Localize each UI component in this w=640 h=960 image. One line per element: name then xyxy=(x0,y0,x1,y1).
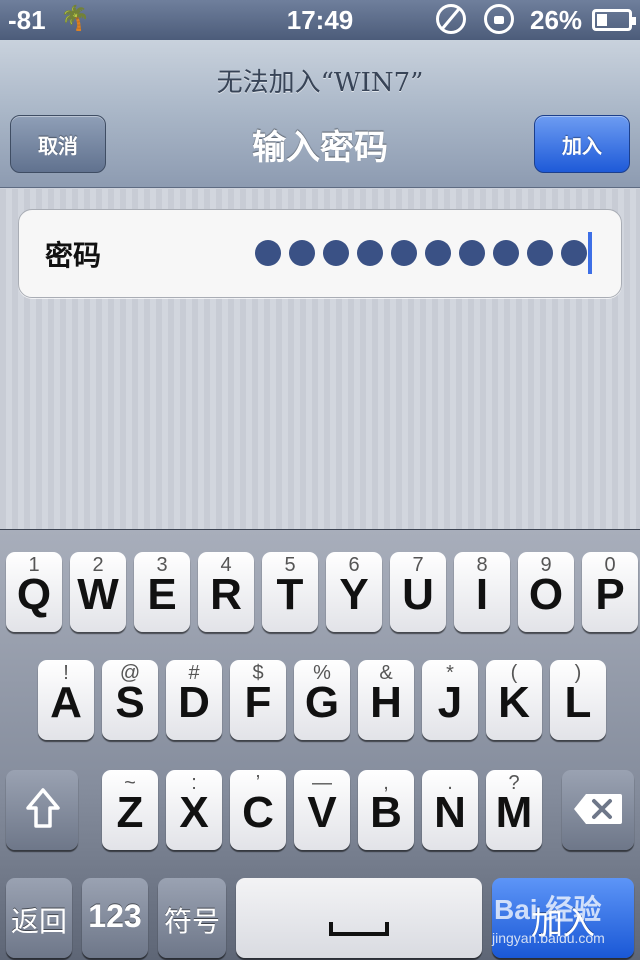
key-letter-label: N xyxy=(434,788,466,837)
key-q[interactable]: 1Q xyxy=(6,552,62,632)
password-field[interactable]: 密码 xyxy=(18,209,622,298)
key-e[interactable]: 3E xyxy=(134,552,190,632)
key-letter-label: Q xyxy=(16,570,52,619)
watermark-url: jingyan.baidu.com xyxy=(492,930,605,946)
symbol-key[interactable]: 符号 xyxy=(158,878,226,958)
password-dot xyxy=(391,240,417,266)
password-dot xyxy=(289,240,315,266)
space-key[interactable] xyxy=(236,878,482,958)
key-l[interactable]: ) L xyxy=(550,660,606,740)
backspace-icon xyxy=(574,794,622,824)
shift-arrow-icon xyxy=(26,788,60,828)
number-key-label: 123 xyxy=(88,898,142,934)
key-letter-label: R xyxy=(210,570,242,619)
rotation-lock-icon xyxy=(484,4,514,34)
password-dot xyxy=(323,240,349,266)
key-a[interactable]: ! A xyxy=(38,660,94,740)
key-letter-label: Z xyxy=(116,788,144,837)
key-x[interactable]: :X xyxy=(166,770,222,850)
key-letter-label: I xyxy=(475,570,489,619)
watermark-logo: Bai 经验 xyxy=(494,894,602,925)
key-letter-label: M xyxy=(495,788,533,837)
password-dot xyxy=(357,240,383,266)
backspace-key[interactable] xyxy=(562,770,634,850)
key-h[interactable]: & H xyxy=(358,660,414,740)
password-label: 密码 xyxy=(45,239,102,272)
key-u[interactable]: 7U xyxy=(390,552,446,632)
back-key[interactable]: 返回 xyxy=(6,878,72,958)
password-dots xyxy=(255,240,587,266)
status-bar: -81 🌴 17:49 26% xyxy=(0,0,640,40)
key-letter-label: T xyxy=(276,570,304,619)
key-letter-label: D xyxy=(178,678,210,727)
number-key[interactable]: 123 xyxy=(82,878,148,958)
shift-key[interactable] xyxy=(6,770,78,850)
key-m[interactable]: ? M xyxy=(486,770,542,850)
key-g[interactable]: % G xyxy=(294,660,350,740)
key-s[interactable]: @ S xyxy=(102,660,158,740)
password-dot xyxy=(493,240,519,266)
key-letter-label: O xyxy=(528,570,564,619)
key-j[interactable]: * J xyxy=(422,660,478,740)
key-i[interactable]: 8I xyxy=(454,552,510,632)
key-letter-label: K xyxy=(498,678,530,727)
key-k[interactable]: (K xyxy=(486,660,542,740)
key-v[interactable]: — V xyxy=(294,770,350,850)
key-w[interactable]: 2W xyxy=(70,552,126,632)
key-letter-label: W xyxy=(77,570,119,619)
key-z[interactable]: ~ Z xyxy=(102,770,158,850)
key-letter-label: U xyxy=(402,570,434,619)
key-letter-label: C xyxy=(242,788,274,837)
password-dot xyxy=(459,240,485,266)
back-key-label: 返回 xyxy=(10,905,67,938)
key-o[interactable]: 9O xyxy=(518,552,574,632)
key-t[interactable]: 5T xyxy=(262,552,318,632)
content-area: 密码 xyxy=(0,189,640,529)
key-letter-label: B xyxy=(370,788,402,837)
key-r[interactable]: 4R xyxy=(198,552,254,632)
key-letter-label: P xyxy=(595,570,625,619)
password-dot xyxy=(425,240,451,266)
key-letter-label: E xyxy=(147,570,177,619)
key-b[interactable]: ,B xyxy=(358,770,414,850)
battery-percent: 26% xyxy=(530,5,583,35)
key-f[interactable]: $ F xyxy=(230,660,286,740)
key-p[interactable]: 0P xyxy=(582,552,638,632)
key-letter-label: L xyxy=(564,678,592,727)
nav-prompt: 无法加入“WIN7” xyxy=(216,68,424,98)
key-letter-label: F xyxy=(244,678,272,727)
password-dot xyxy=(527,240,553,266)
join-button[interactable]: 加入 xyxy=(534,115,630,173)
symbol-key-label: 符号 xyxy=(163,905,220,938)
password-dot xyxy=(255,240,281,266)
key-letter-label: S xyxy=(115,678,145,727)
timer-icon xyxy=(436,4,466,34)
key-letter-label: G xyxy=(304,678,340,727)
key-y[interactable]: 6Y xyxy=(326,552,382,632)
text-cursor xyxy=(588,232,592,274)
nav-bar: 无法加入“WIN7” 取消 输入密码 加入 xyxy=(0,40,640,188)
key-n[interactable]: .N xyxy=(422,770,478,850)
key-letter-label: A xyxy=(50,678,82,727)
space-icon xyxy=(329,922,389,936)
key-letter-label: J xyxy=(437,678,463,727)
battery-icon xyxy=(592,9,636,31)
key-letter-label: H xyxy=(370,678,402,727)
key-letter-label: V xyxy=(307,788,337,837)
key-c[interactable]: ’ C xyxy=(230,770,286,850)
key-letter-label: Y xyxy=(339,570,369,619)
key-letter-label: X xyxy=(179,788,209,837)
password-dot xyxy=(561,240,587,266)
key-d[interactable]: # D xyxy=(166,660,222,740)
